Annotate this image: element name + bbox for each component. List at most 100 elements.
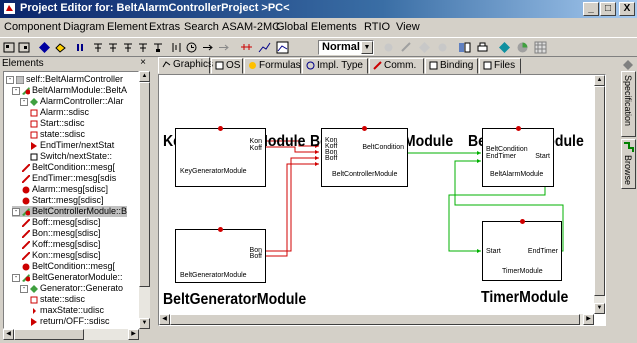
- tree-item[interactable]: Switch/nextState::: [30, 151, 112, 162]
- scroll-down-icon[interactable]: ▼: [139, 318, 150, 329]
- port-endtimer-in[interactable]: EndTimer: [486, 153, 516, 161]
- tree-item[interactable]: Bon::mesg[sdisc]: [22, 228, 101, 239]
- pie-icon[interactable]: [516, 41, 529, 54]
- menu-extras[interactable]: Extras: [149, 21, 180, 33]
- tree-item[interactable]: - BeltAlarmModule::BeltA: [12, 85, 127, 96]
- scroll-left-icon[interactable]: ◀: [3, 329, 14, 340]
- print-icon[interactable]: [476, 41, 489, 54]
- tab-specification[interactable]: Specification: [621, 71, 636, 137]
- menu-component[interactable]: Component: [4, 21, 61, 33]
- tree-item[interactable]: state::sdisc: [30, 129, 85, 140]
- menu-asam[interactable]: ASAM-2MC: [222, 21, 280, 33]
- scroll-up-icon[interactable]: ▲: [594, 75, 605, 86]
- scroll-left-icon[interactable]: ◀: [159, 314, 170, 325]
- port-in-icon[interactable]: [92, 41, 105, 54]
- module-anchor-dot[interactable]: [516, 126, 521, 131]
- minimize-button[interactable]: _: [583, 2, 599, 16]
- port-start-out[interactable]: Start: [535, 153, 550, 161]
- tree-item[interactable]: - Generator::Generato: [20, 283, 123, 294]
- zoom-select[interactable]: Normal ▼: [318, 40, 374, 55]
- network-icon[interactable]: [240, 41, 253, 54]
- collapse-icon[interactable]: -: [12, 273, 20, 282]
- tree-item-selected[interactable]: - BeltControllerModule::B: [12, 206, 128, 217]
- tree-item[interactable]: Alarm::sdisc: [30, 107, 89, 118]
- belt-generator-module[interactable]: Bon Boff BeltGeneratorModule: [175, 227, 266, 283]
- menu-search[interactable]: Search: [184, 21, 219, 33]
- tree-item[interactable]: Start::sdisc: [30, 118, 85, 129]
- grid-icon[interactable]: [534, 41, 547, 54]
- port-boff[interactable]: Boff: [250, 253, 262, 261]
- tab-os[interactable]: OS: [211, 58, 243, 74]
- layout-icon[interactable]: [458, 41, 471, 54]
- collapse-icon[interactable]: -: [20, 97, 28, 106]
- collapse-icon[interactable]: -: [6, 75, 14, 84]
- menu-diagram[interactable]: Diagram: [63, 21, 105, 33]
- tree-horizontal-scrollbar[interactable]: ◀ ▶: [3, 329, 139, 340]
- open-diagram-icon[interactable]: [18, 41, 31, 54]
- scroll-thumb[interactable]: [594, 86, 605, 296]
- menu-view[interactable]: View: [396, 21, 420, 33]
- belt-alarm-module[interactable]: BeltCondition EndTimer Start BeltAlarmMo…: [482, 126, 554, 187]
- tab-impl-type[interactable]: Impl. Type: [302, 58, 368, 74]
- tree-vertical-scrollbar[interactable]: ▲ ▼: [139, 71, 150, 329]
- shape-icon[interactable]: [54, 41, 67, 54]
- module-anchor-dot[interactable]: [362, 126, 367, 131]
- diagram-canvas[interactable]: KeyGeneratorModule Kon Koff KeyGenerator…: [158, 74, 606, 326]
- timer-module[interactable]: Start EndTimer TimerModule: [482, 219, 562, 281]
- pause-icon[interactable]: [74, 41, 87, 54]
- module-anchor-dot[interactable]: [520, 219, 525, 224]
- scroll-thumb[interactable]: [170, 314, 580, 325]
- scroll-up-icon[interactable]: ▲: [139, 71, 150, 82]
- tree-item[interactable]: EndTimer/nextStat: [30, 140, 114, 151]
- tree-item[interactable]: - AlarmController::Alar: [20, 96, 124, 107]
- tree-item[interactable]: - self::BeltAlarmController: [6, 74, 123, 85]
- tree-item[interactable]: Kon::mesg[sdisc]: [22, 250, 101, 261]
- bracket-icon[interactable]: [170, 41, 183, 54]
- tree-item[interactable]: maxState::udisc: [30, 305, 104, 316]
- tree-item[interactable]: - BeltGeneratorModule::: [12, 272, 123, 283]
- scroll-thumb[interactable]: [14, 329, 84, 340]
- globe-icon[interactable]: [498, 41, 511, 54]
- port-koff[interactable]: Koff: [250, 145, 262, 153]
- arrow-right-icon[interactable]: [202, 41, 215, 54]
- tree-item[interactable]: BeltCondition::mesg[: [22, 162, 115, 173]
- scroll-right-icon[interactable]: ▶: [128, 329, 139, 340]
- tab-graphics[interactable]: Graphics: [158, 57, 213, 74]
- port-endtimer-out[interactable]: EndTimer: [528, 248, 558, 256]
- connector-icon[interactable]: [152, 41, 165, 54]
- tree-item[interactable]: Boff::mesg[sdisc]: [22, 217, 100, 228]
- tab-files[interactable]: Files: [479, 58, 521, 74]
- tree-item[interactable]: Koff::mesg[sdisc]: [22, 239, 100, 250]
- tree-item[interactable]: Start::mesg[sdisc]: [22, 195, 104, 206]
- scroll-down-icon[interactable]: ▼: [594, 303, 605, 314]
- new-diagram-icon[interactable]: [3, 41, 16, 54]
- close-button[interactable]: X: [619, 2, 635, 16]
- port-start-in[interactable]: Start: [486, 248, 501, 256]
- tree-item[interactable]: EndTimer::mesg[sdis: [22, 173, 116, 184]
- port-boff-in[interactable]: Boff: [325, 155, 337, 163]
- chart-box-icon[interactable]: [276, 41, 289, 54]
- port-icon[interactable]: [137, 41, 150, 54]
- tab-browse[interactable]: Browse: [621, 139, 636, 189]
- port-beltcondition-out[interactable]: BeltCondition: [362, 144, 404, 152]
- collapse-icon[interactable]: -: [20, 284, 28, 293]
- menu-rtio[interactable]: RTIO: [364, 21, 390, 33]
- canvas-horizontal-scrollbar[interactable]: ◀ ▶: [159, 314, 594, 325]
- collapse-icon[interactable]: -: [12, 207, 20, 216]
- collapse-icon[interactable]: -: [12, 86, 20, 95]
- tree-item[interactable]: BeltCondition::mesg[: [22, 261, 115, 272]
- key-generator-module[interactable]: Kon Koff KeyGeneratorModule: [175, 126, 266, 187]
- tree-item[interactable]: return/OFF::sdisc: [30, 316, 110, 327]
- tab-binding[interactable]: Binding: [425, 58, 478, 74]
- clock-icon[interactable]: [185, 41, 198, 54]
- close-panel-button[interactable]: ×: [140, 57, 146, 68]
- diamond-icon[interactable]: [38, 41, 51, 54]
- arrow-outline-icon[interactable]: [218, 41, 231, 54]
- module-anchor-dot[interactable]: [218, 126, 223, 131]
- chevron-down-icon[interactable]: ▼: [361, 41, 373, 54]
- tab-formulas[interactable]: Formulas: [244, 58, 301, 74]
- scroll-right-icon[interactable]: ▶: [583, 314, 594, 325]
- belt-controller-module[interactable]: Kon Koff Bon Boff BeltCondition BeltCont…: [321, 126, 408, 187]
- elements-tree[interactable]: - self::BeltAlarmController - BeltAlarmMod…: [3, 71, 139, 329]
- module-anchor-dot[interactable]: [218, 227, 223, 232]
